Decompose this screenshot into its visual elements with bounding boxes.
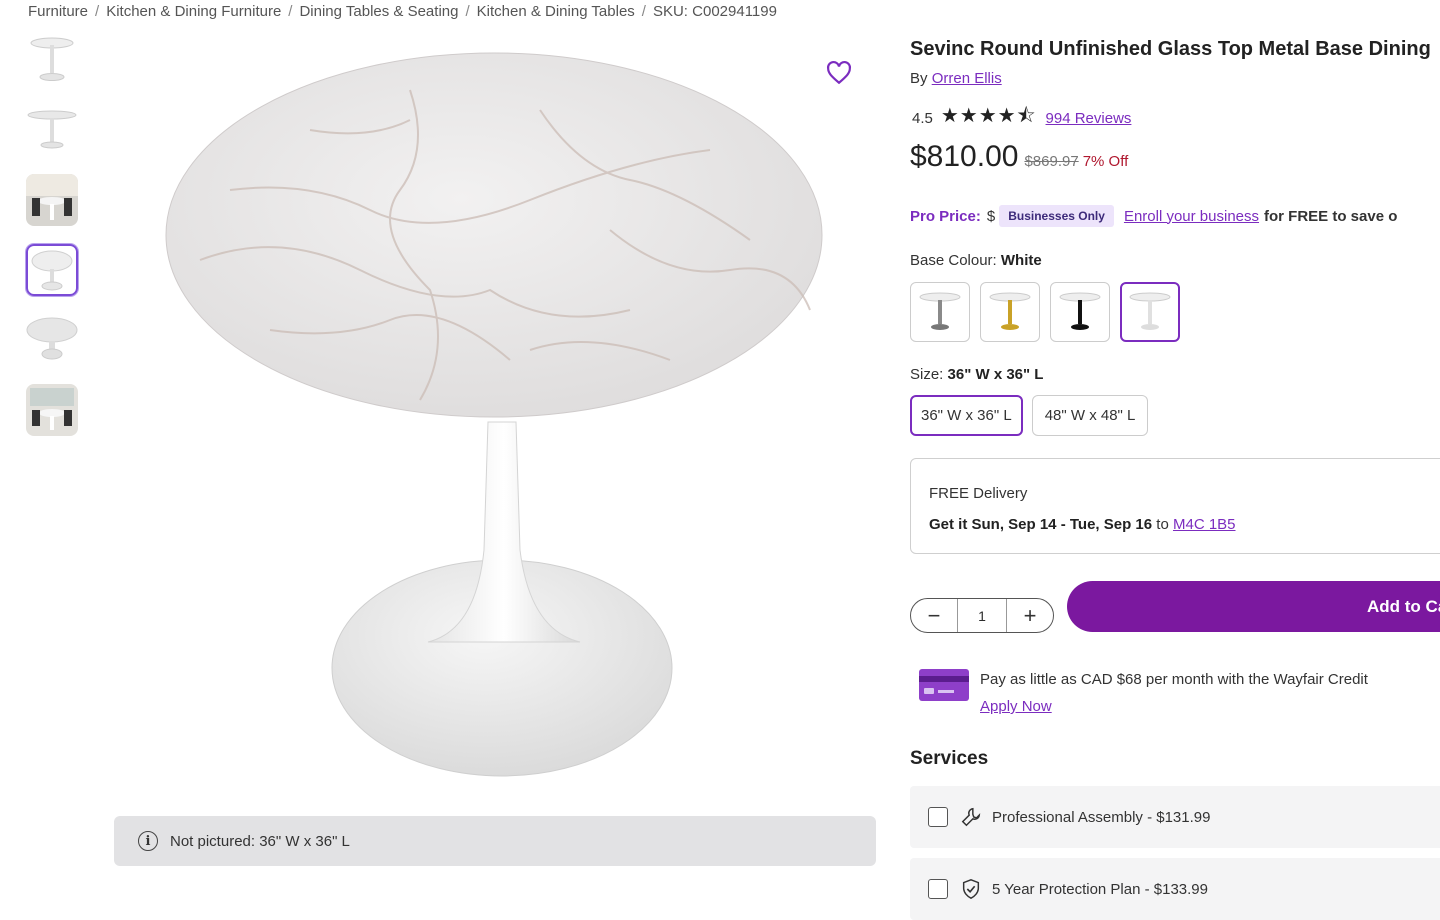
reviews-link[interactable]: 994 Reviews bbox=[1046, 110, 1132, 127]
size-title: Size: bbox=[910, 366, 944, 383]
businesses-only-badge: Businesses Only bbox=[999, 205, 1114, 227]
apply-now-link[interactable]: Apply Now bbox=[980, 698, 1052, 715]
rating-value: 4.5 bbox=[912, 109, 933, 127]
delivery-title: FREE Delivery bbox=[929, 485, 1028, 502]
services-heading: Services bbox=[910, 748, 989, 769]
brand-link[interactable]: Orren Ellis bbox=[932, 70, 1002, 87]
pro-price-suffix: for FREE to save o bbox=[1264, 207, 1398, 225]
enroll-business-link[interactable]: Enroll your business bbox=[1124, 208, 1259, 225]
thumbnail-2[interactable] bbox=[26, 104, 78, 156]
postal-code-link[interactable]: M4C 1B5 bbox=[1173, 516, 1236, 533]
swatch-white[interactable] bbox=[1120, 282, 1180, 342]
pro-price-label: Pro Price: bbox=[910, 207, 981, 225]
swatch-black[interactable] bbox=[1050, 282, 1110, 342]
size-selected: 36" W x 36" L bbox=[947, 366, 1044, 383]
info-icon: i bbox=[138, 831, 158, 851]
size-label: Size: 36" W x 36" L bbox=[910, 366, 1043, 383]
breadcrumb-dining-tables-seating[interactable]: Dining Tables & Seating bbox=[299, 3, 458, 20]
breadcrumb-kitchen-dining-tables[interactable]: Kitchen & Dining Tables bbox=[477, 3, 635, 20]
base-colour-title: Base Colour: bbox=[910, 252, 997, 269]
thumbnail-list bbox=[26, 34, 82, 454]
product-main-image bbox=[165, 52, 823, 777]
pro-price-row: Pro Price: $ Businesses Only Enroll your… bbox=[910, 205, 1397, 227]
price-row: $810.00 $869.97 7% Off bbox=[910, 140, 1128, 174]
add-to-cart-button[interactable]: Add to Ca bbox=[1067, 581, 1440, 632]
breadcrumb-separator: / bbox=[288, 2, 293, 20]
credit-offer: Pay as little as CAD $68 per month with … bbox=[918, 666, 1368, 720]
delivery-to: to bbox=[1156, 516, 1169, 533]
swatch-silver[interactable] bbox=[910, 282, 970, 342]
colour-swatches bbox=[910, 282, 1180, 342]
thumbnail-6[interactable] bbox=[26, 384, 78, 436]
assembly-checkbox[interactable] bbox=[928, 807, 948, 827]
thumbnail-4[interactable] bbox=[26, 244, 78, 296]
breadcrumb-kitchen-dining-furniture[interactable]: Kitchen & Dining Furniture bbox=[106, 3, 281, 20]
thumbnail-1[interactable] bbox=[26, 34, 78, 86]
credit-card-icon bbox=[919, 669, 969, 701]
size-options: 36" W x 36" L 48" W x 48" L bbox=[910, 395, 1149, 436]
quantity-stepper: − 1 + bbox=[910, 598, 1054, 633]
assembly-label: Professional Assembly - $131.99 bbox=[992, 808, 1211, 826]
not-pictured-notice: i Not pictured: 36" W x 36" L bbox=[114, 816, 876, 866]
delivery-box: FREE Delivery Get it Sun, Sep 14 - Tue, … bbox=[910, 458, 1440, 554]
sku-label: SKU: C002941199 bbox=[652, 2, 777, 20]
product-brand: By Orren Ellis bbox=[910, 70, 1002, 87]
service-assembly: Professional Assembly - $131.99 bbox=[910, 786, 1440, 848]
pro-price-dollar: $ bbox=[986, 207, 996, 225]
protection-plan-checkbox[interactable] bbox=[928, 879, 948, 899]
breadcrumb-separator: / bbox=[465, 2, 470, 20]
base-colour-selected: White bbox=[1000, 252, 1042, 269]
current-price: $810.00 bbox=[910, 140, 1019, 173]
thumbnail-3[interactable] bbox=[26, 174, 78, 226]
breadcrumb-furniture[interactable]: Furniture bbox=[28, 3, 88, 20]
rating-row: 4.5 ★★★★⯪ 994 Reviews bbox=[912, 101, 1131, 135]
thumbnail-5[interactable] bbox=[26, 314, 78, 366]
breadcrumb: Furniture / Kitchen & Dining Furniture /… bbox=[28, 0, 777, 22]
quantity-value[interactable]: 1 bbox=[957, 599, 1007, 632]
breadcrumb-separator: / bbox=[95, 2, 100, 20]
discount-label: 7% Off bbox=[1082, 153, 1129, 170]
delivery-date: Get it Sun, Sep 14 - Tue, Sep 16 to M4C … bbox=[929, 516, 1236, 533]
quantity-decrease-button[interactable]: − bbox=[911, 603, 957, 629]
protection-plan-label: 5 Year Protection Plan - $133.99 bbox=[992, 880, 1208, 898]
original-price: $869.97 bbox=[1024, 153, 1079, 170]
service-protection-plan: 5 Year Protection Plan - $133.99 bbox=[910, 858, 1440, 920]
by-label: By bbox=[910, 70, 928, 87]
size-option-48[interactable]: 48" W x 48" L bbox=[1031, 395, 1149, 436]
rating-stars-icon: ★★★★⯪ bbox=[940, 105, 1037, 127]
size-option-36[interactable]: 36" W x 36" L bbox=[910, 395, 1023, 436]
base-colour-label: Base Colour: White bbox=[910, 252, 1042, 269]
product-title: Sevinc Round Unfinished Glass Top Metal … bbox=[910, 38, 1431, 60]
wrench-icon bbox=[961, 807, 981, 827]
not-pictured-text: Not pictured: 36" W x 36" L bbox=[170, 832, 350, 850]
shield-check-icon bbox=[962, 879, 980, 899]
credit-text: Pay as little as CAD $68 per month with … bbox=[980, 671, 1368, 688]
quantity-increase-button[interactable]: + bbox=[1007, 603, 1053, 629]
swatch-gold[interactable] bbox=[980, 282, 1040, 342]
favorite-heart-icon[interactable] bbox=[826, 60, 852, 86]
breadcrumb-separator: / bbox=[641, 2, 646, 20]
delivery-window: Get it Sun, Sep 14 - Tue, Sep 16 bbox=[929, 516, 1153, 533]
